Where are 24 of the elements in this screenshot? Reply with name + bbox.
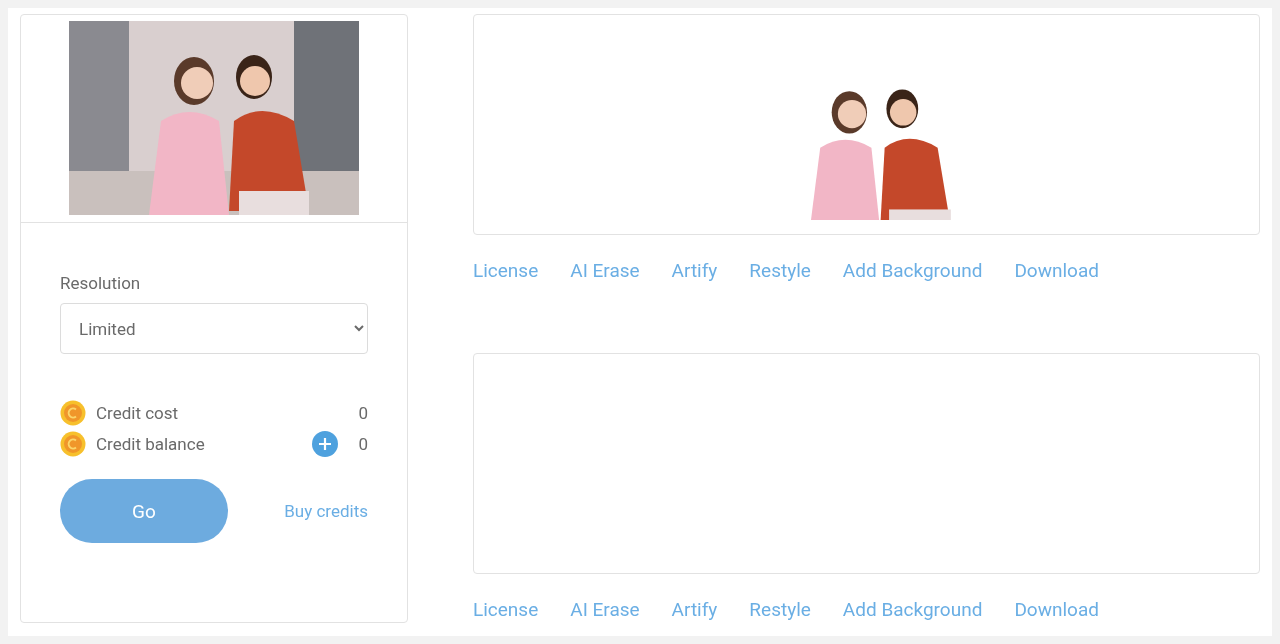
action-link[interactable]: Artify — [671, 598, 718, 644]
credit-label: Credit cost — [96, 403, 180, 423]
credit-value: 0 — [358, 403, 368, 423]
action-link[interactable]: Download — [1014, 259, 1099, 309]
add-credits-button[interactable] — [312, 431, 339, 457]
go-button[interactable]: Go — [60, 479, 228, 543]
action-link[interactable]: Add Background — [842, 598, 983, 644]
field-label: Resolution — [60, 273, 141, 293]
action-link[interactable]: License — [473, 259, 539, 309]
buy-credits-link[interactable]: Buy credits — [284, 501, 368, 521]
action-link[interactable]: License — [473, 598, 539, 644]
credit-label: Credit balance — [96, 434, 206, 454]
action-link[interactable]: AI Erase — [570, 598, 640, 644]
coin-icon — [60, 400, 86, 426]
resolution-dropdown[interactable]: Limited — [60, 303, 368, 354]
action-link[interactable]: Restyle — [749, 259, 811, 309]
action-link[interactable]: Artify — [671, 259, 718, 309]
action-link[interactable]: Restyle — [749, 598, 811, 644]
action-link[interactable]: AI Erase — [570, 259, 640, 309]
action-link[interactable]: Add Background — [842, 259, 983, 309]
coin-icon — [60, 431, 86, 457]
credit-value: 0 — [358, 434, 368, 454]
action-link[interactable]: Download — [1014, 598, 1099, 644]
plus-icon — [318, 437, 333, 451]
